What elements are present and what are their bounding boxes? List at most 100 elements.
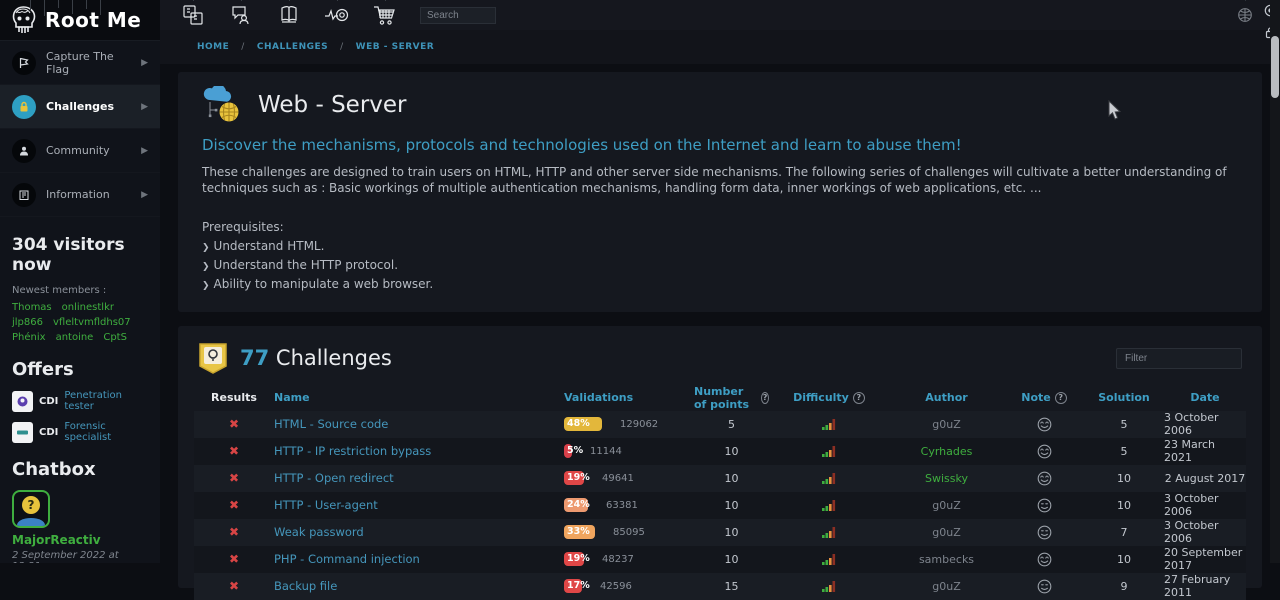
challenge-link[interactable]: HTTP - User-agent (274, 498, 378, 512)
docs-icon[interactable] (276, 2, 302, 28)
difficulty-cell[interactable] (769, 526, 889, 539)
difficulty-cell[interactable] (769, 580, 889, 593)
column-validations[interactable]: Validations (564, 391, 694, 404)
challenge-link[interactable]: Weak password (274, 525, 364, 539)
date-value: 3 October 2006 (1164, 411, 1246, 437)
difficulty-cell[interactable] (769, 472, 889, 485)
challenges-card: 77 Challenges Results Name Validations N… (178, 326, 1262, 588)
author-cell: Cyrhades (889, 445, 1004, 458)
author-link[interactable]: g0uZ (932, 418, 961, 431)
author-link[interactable]: Cyrhades (921, 445, 973, 458)
difficulty-cell[interactable] (769, 499, 889, 512)
solution-count[interactable]: 5 (1121, 445, 1128, 458)
not-validated-icon[interactable]: ✖ (229, 471, 239, 485)
offer-item[interactable]: CDI Penetration tester (12, 390, 148, 412)
author-link[interactable]: Swissky (925, 472, 968, 485)
offers-title: Offers (12, 359, 148, 380)
challenge-link[interactable]: Backup file (274, 579, 337, 593)
chat-avatar[interactable]: ? (12, 490, 50, 528)
offer-link[interactable]: Penetration tester (64, 390, 148, 412)
help-icon[interactable]: ? (761, 392, 769, 404)
member-link[interactable]: Thomas (12, 302, 52, 313)
member-link[interactable]: Phénix (12, 332, 46, 343)
not-validated-icon[interactable]: ✖ (229, 525, 239, 539)
member-link[interactable]: CptS (103, 332, 127, 343)
column-author[interactable]: Author (889, 391, 1004, 404)
logo[interactable]: Root Me (0, 0, 160, 40)
sidebar-item-challenges[interactable]: Challenges ▶ (0, 85, 160, 129)
challenge-row: ✖Backup file17%4259615g0uZ927 February 2… (194, 573, 1246, 600)
search-input[interactable] (420, 7, 496, 24)
solution-cell: 5 (1084, 418, 1164, 431)
chat-username[interactable]: MajorReactiv (12, 533, 148, 547)
challenge-link[interactable]: HTTP - Open redirect (274, 471, 394, 485)
challenge-link[interactable]: HTTP - IP restriction bypass (274, 444, 431, 458)
help-icon[interactable]: ? (853, 392, 865, 404)
validation-percentage: 33% (567, 526, 590, 537)
not-validated-icon[interactable]: ✖ (229, 579, 239, 593)
breadcrumb-home[interactable]: HOME (197, 42, 229, 52)
difficulty-cell[interactable] (769, 445, 889, 458)
not-validated-icon[interactable]: ✖ (229, 552, 239, 566)
column-note[interactable]: Note? (1004, 391, 1084, 404)
breadcrumb-challenges[interactable]: CHALLENGES (257, 42, 328, 52)
not-validated-icon[interactable]: ✖ (229, 444, 239, 458)
column-results[interactable]: Results (194, 391, 274, 404)
column-name[interactable]: Name (274, 391, 564, 404)
dictionary-icon[interactable] (180, 2, 206, 28)
page-scrollbar[interactable] (1270, 0, 1280, 563)
solution-count[interactable]: 10 (1117, 499, 1131, 512)
author-link[interactable]: sambecks (919, 553, 974, 566)
help-icon[interactable]: ? (1055, 392, 1067, 404)
offer-item[interactable]: CDI Forensic specialist (12, 421, 148, 443)
challenge-link[interactable]: PHP - Command injection (274, 552, 420, 566)
member-link[interactable]: antoine (56, 332, 94, 343)
not-validated-icon[interactable]: ✖ (229, 498, 239, 512)
member-link[interactable]: vfleltvmfldhs07 (53, 317, 131, 328)
solution-count[interactable]: 7 (1121, 526, 1128, 539)
solution-count[interactable]: 10 (1117, 553, 1131, 566)
cart-icon[interactable] (372, 2, 398, 28)
globe-icon[interactable] (1232, 2, 1258, 28)
author-link[interactable]: g0uZ (932, 526, 961, 539)
column-difficulty[interactable]: Difficulty? (769, 391, 889, 404)
difficulty-bars-icon (822, 526, 837, 539)
activity-icon[interactable] (324, 2, 350, 28)
author-link[interactable]: g0uZ (932, 580, 961, 593)
date-cell: 27 February 2011 (1164, 573, 1246, 599)
sidebar-item-community[interactable]: Community ▶ (0, 129, 160, 173)
forum-icon[interactable] (228, 2, 254, 28)
solution-count[interactable]: 9 (1121, 580, 1128, 593)
challenge-row: ✖HTML - Source code48%1290625g0uZ53 Octo… (194, 411, 1246, 438)
member-link[interactable]: onlinestlkr (62, 302, 114, 313)
filter-input[interactable] (1116, 348, 1242, 369)
points-value: 5 (728, 418, 735, 431)
offer-contract-type: CDI (39, 427, 58, 438)
member-link[interactable]: jlp866 (12, 317, 43, 328)
scrollbar-thumb[interactable] (1271, 36, 1279, 98)
challenge-link[interactable]: HTML - Source code (274, 417, 388, 431)
note-cell (1004, 498, 1084, 513)
arrow-icon: ❯ (202, 243, 210, 253)
solution-count[interactable]: 10 (1117, 472, 1131, 485)
sidebar-item-capture-the-flag[interactable]: Capture The Flag ▶ (0, 41, 160, 85)
not-validated-icon[interactable]: ✖ (229, 417, 239, 431)
offer-link[interactable]: Forensic specialist (64, 421, 148, 443)
offer-contract-type: CDI (39, 396, 58, 407)
date-value: 20 September 2017 (1164, 546, 1246, 572)
column-date[interactable]: Date (1164, 391, 1246, 404)
sidebar-item-information[interactable]: Information ▶ (0, 173, 160, 217)
smile-face-icon (1037, 498, 1052, 513)
solution-count[interactable]: 5 (1121, 418, 1128, 431)
author-link[interactable]: g0uZ (932, 499, 961, 512)
validations-count: 42596 (600, 581, 632, 592)
validations-count: 85095 (613, 527, 645, 538)
solution-cell: 10 (1084, 472, 1164, 485)
column-solution[interactable]: Solution (1084, 391, 1164, 404)
difficulty-cell[interactable] (769, 553, 889, 566)
breadcrumb-current[interactable]: WEB - SERVER (356, 42, 435, 52)
difficulty-cell[interactable] (769, 418, 889, 431)
author-cell: g0uZ (889, 580, 1004, 593)
solution-cell: 5 (1084, 445, 1164, 458)
column-points[interactable]: Number of points? (694, 385, 769, 411)
